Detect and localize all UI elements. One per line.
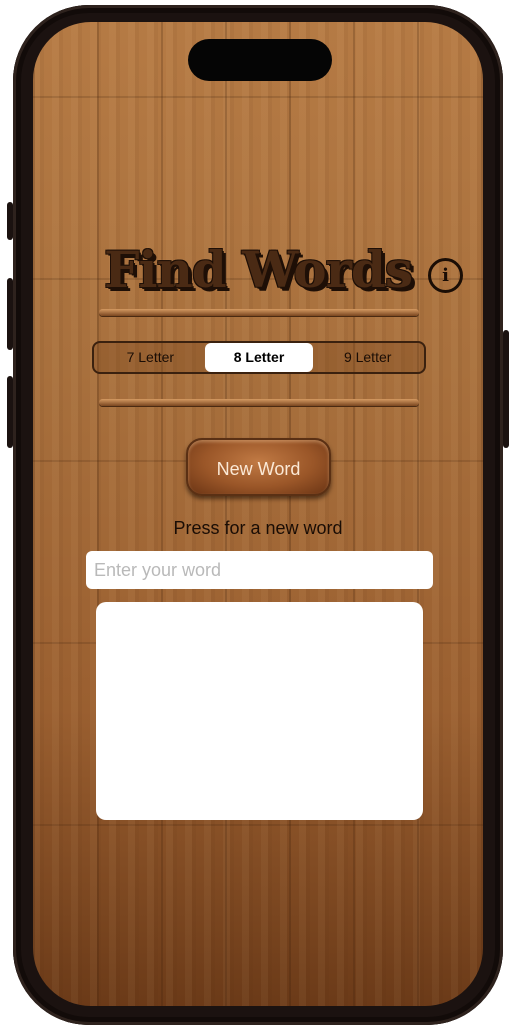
letter-count-selector: 7 Letter 8 Letter 9 Letter xyxy=(92,341,426,374)
divider-top xyxy=(99,309,419,316)
divider-bottom xyxy=(99,399,419,406)
word-input[interactable] xyxy=(86,551,433,589)
segment-8-letter[interactable]: 8 Letter xyxy=(204,343,314,372)
action-button xyxy=(7,202,13,240)
app-title: Find Words xyxy=(103,240,413,299)
app-screen: Find Words i 7 Letter 8 Letter 9 Letter … xyxy=(33,22,483,1006)
volume-up-button xyxy=(7,278,13,350)
new-word-button[interactable]: New Word xyxy=(186,438,331,496)
segment-9-letter[interactable]: 9 Letter xyxy=(313,343,422,372)
segment-7-letter[interactable]: 7 Letter xyxy=(96,343,205,372)
volume-down-button xyxy=(7,376,13,448)
dynamic-island xyxy=(188,39,332,81)
found-words-list[interactable] xyxy=(96,602,423,820)
info-icon[interactable]: i xyxy=(428,258,463,293)
power-button xyxy=(503,330,509,448)
hint-text: Press for a new word xyxy=(173,518,343,538)
